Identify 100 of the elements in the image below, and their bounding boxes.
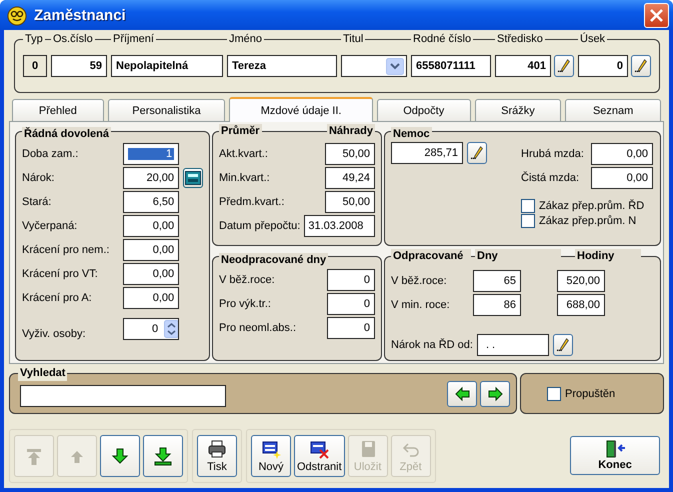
- group-title: Odpracované: [391, 249, 471, 264]
- toolbar-button[interactable]: Tisk: [197, 434, 237, 476]
- navigation-button[interactable]: [143, 434, 183, 476]
- field-label: Krácení pro VT:: [22, 268, 99, 280]
- next-button[interactable]: [480, 380, 510, 406]
- window-title: Zaměstnanci: [34, 6, 127, 24]
- input-field[interactable]: 49,24: [325, 166, 375, 188]
- field-label: Pro neoml.abs.:: [219, 322, 298, 334]
- input-field[interactable]: 520,00: [557, 270, 605, 292]
- chevron-down-icon: [386, 58, 404, 74]
- arrow-right-icon: [486, 386, 504, 402]
- field-label: Předm.kvart.:: [219, 196, 286, 208]
- tab[interactable]: Mzdové údaje II.: [229, 97, 373, 122]
- field-label: Stará:: [22, 196, 52, 208]
- field-label: Vyživ. osoby:: [22, 328, 87, 340]
- input-field[interactable]: 0,00: [591, 166, 653, 188]
- checkbox[interactable]: [521, 214, 535, 228]
- field-label: Krácení pro nem.:: [22, 244, 110, 256]
- input-field[interactable]: 0,00: [123, 262, 180, 284]
- field-label: Pro výk.tr.:: [219, 298, 272, 310]
- input-field[interactable]: 0: [23, 55, 47, 77]
- close-icon: [650, 8, 663, 22]
- tab[interactable]: Srážky: [474, 99, 562, 121]
- field-label: Příjmení: [111, 32, 156, 47]
- arrow-left-icon: [454, 386, 470, 402]
- exit-button[interactable]: Konec: [570, 436, 660, 475]
- exit-door-icon: [604, 440, 626, 458]
- calculator-icon: [185, 170, 201, 184]
- input-field[interactable]: 6,50: [123, 190, 180, 212]
- field-label: Min.kvart.:: [219, 172, 271, 184]
- calculator-button[interactable]: [183, 168, 203, 188]
- input-field[interactable]: 59: [51, 55, 107, 77]
- input-field[interactable]: 0,00: [123, 214, 180, 236]
- column-header: Náhrady: [326, 124, 375, 139]
- group-title: Neodpracované dny: [219, 253, 328, 268]
- field-label: Krácení pro A:: [22, 292, 93, 304]
- input-field[interactable]: Nepolapitelná: [111, 55, 223, 77]
- field-label: V min. roce:: [391, 298, 451, 310]
- input-field[interactable]: 0: [123, 318, 180, 340]
- input-field[interactable]: 0,00: [123, 238, 180, 260]
- input-field[interactable]: Tereza: [227, 55, 337, 77]
- tab[interactable]: Přehled: [12, 99, 104, 121]
- field-label: V běž.roce:: [391, 274, 448, 286]
- tab[interactable]: Personalistika: [108, 99, 226, 121]
- input-field[interactable]: 86: [473, 294, 521, 316]
- field-label: Doba zam.:: [22, 148, 80, 160]
- app-logo-icon: [6, 4, 28, 26]
- previous-button[interactable]: [447, 380, 477, 406]
- edit-button[interactable]: [467, 142, 487, 164]
- edit-button[interactable]: [631, 55, 651, 77]
- input-field[interactable]: . .: [476, 334, 549, 356]
- field-label: Typ: [23, 32, 45, 47]
- input-field[interactable]: 401: [495, 55, 551, 77]
- checkbox-label: Zákaz přep.prům. N: [539, 215, 636, 227]
- print-icon: [207, 438, 227, 458]
- field-label: V běž.roce:: [219, 274, 276, 286]
- field-label: Datum přepočtu:: [219, 220, 300, 232]
- arrow-bottom-icon: [153, 446, 173, 466]
- delete-record-icon: [309, 438, 330, 458]
- spin-buttons[interactable]: [164, 320, 178, 338]
- input-field[interactable]: 285,71: [391, 142, 463, 164]
- edit-button[interactable]: [552, 334, 573, 356]
- new-record-icon: [261, 438, 281, 458]
- checkbox[interactable]: [547, 386, 561, 400]
- input-field[interactable]: 688,00: [557, 294, 605, 316]
- input-field[interactable]: 0: [578, 55, 628, 77]
- input-field[interactable]: 50,00: [325, 190, 375, 212]
- input-field[interactable]: 20,00: [123, 166, 179, 188]
- column-header: Dny: [475, 249, 561, 264]
- edit-button[interactable]: [554, 55, 574, 77]
- toolbar-button[interactable]: Odstranit: [294, 434, 345, 476]
- close-button[interactable]: [644, 2, 669, 28]
- tab[interactable]: Odpočty: [376, 99, 471, 121]
- input-field[interactable]: 0: [327, 316, 375, 338]
- input-field[interactable]: 0: [327, 268, 375, 290]
- column-header: Hodiny: [575, 249, 641, 264]
- input-field[interactable]: 50,00: [325, 142, 375, 164]
- input-field[interactable]: 6558071111: [411, 55, 491, 77]
- input-field[interactable]: 0,00: [591, 142, 653, 164]
- input-field[interactable]: 0: [327, 292, 375, 314]
- input-field[interactable]: 0,00: [123, 286, 180, 308]
- field-label: Akt.kvart.:: [219, 148, 269, 160]
- field-label: Nárok na ŘD od:: [391, 339, 473, 351]
- tab[interactable]: Seznam: [565, 99, 661, 121]
- field-label: Nárok:: [22, 172, 56, 184]
- field-label: Hrubá mzda:: [521, 148, 585, 160]
- dropdown-field[interactable]: [341, 55, 407, 77]
- toolbar-button[interactable]: Nový: [251, 434, 291, 476]
- arrow-down-icon: [110, 446, 130, 466]
- field-label: Čistá mzda:: [521, 172, 580, 184]
- navigation-button[interactable]: [100, 434, 140, 476]
- input-field[interactable]: 1: [123, 142, 180, 164]
- checkbox[interactable]: [521, 199, 535, 213]
- search-field[interactable]: [20, 384, 226, 406]
- input-field[interactable]: 65: [473, 270, 521, 292]
- group-title: Vyhledat: [18, 366, 68, 381]
- input-field[interactable]: 31.03.2008: [304, 214, 375, 236]
- checkbox-label: Propuštěn: [565, 388, 616, 400]
- checkbox-label: Zákaz přep.prům. ŘD: [539, 200, 644, 212]
- field-label: Vyčerpaná:: [22, 220, 78, 232]
